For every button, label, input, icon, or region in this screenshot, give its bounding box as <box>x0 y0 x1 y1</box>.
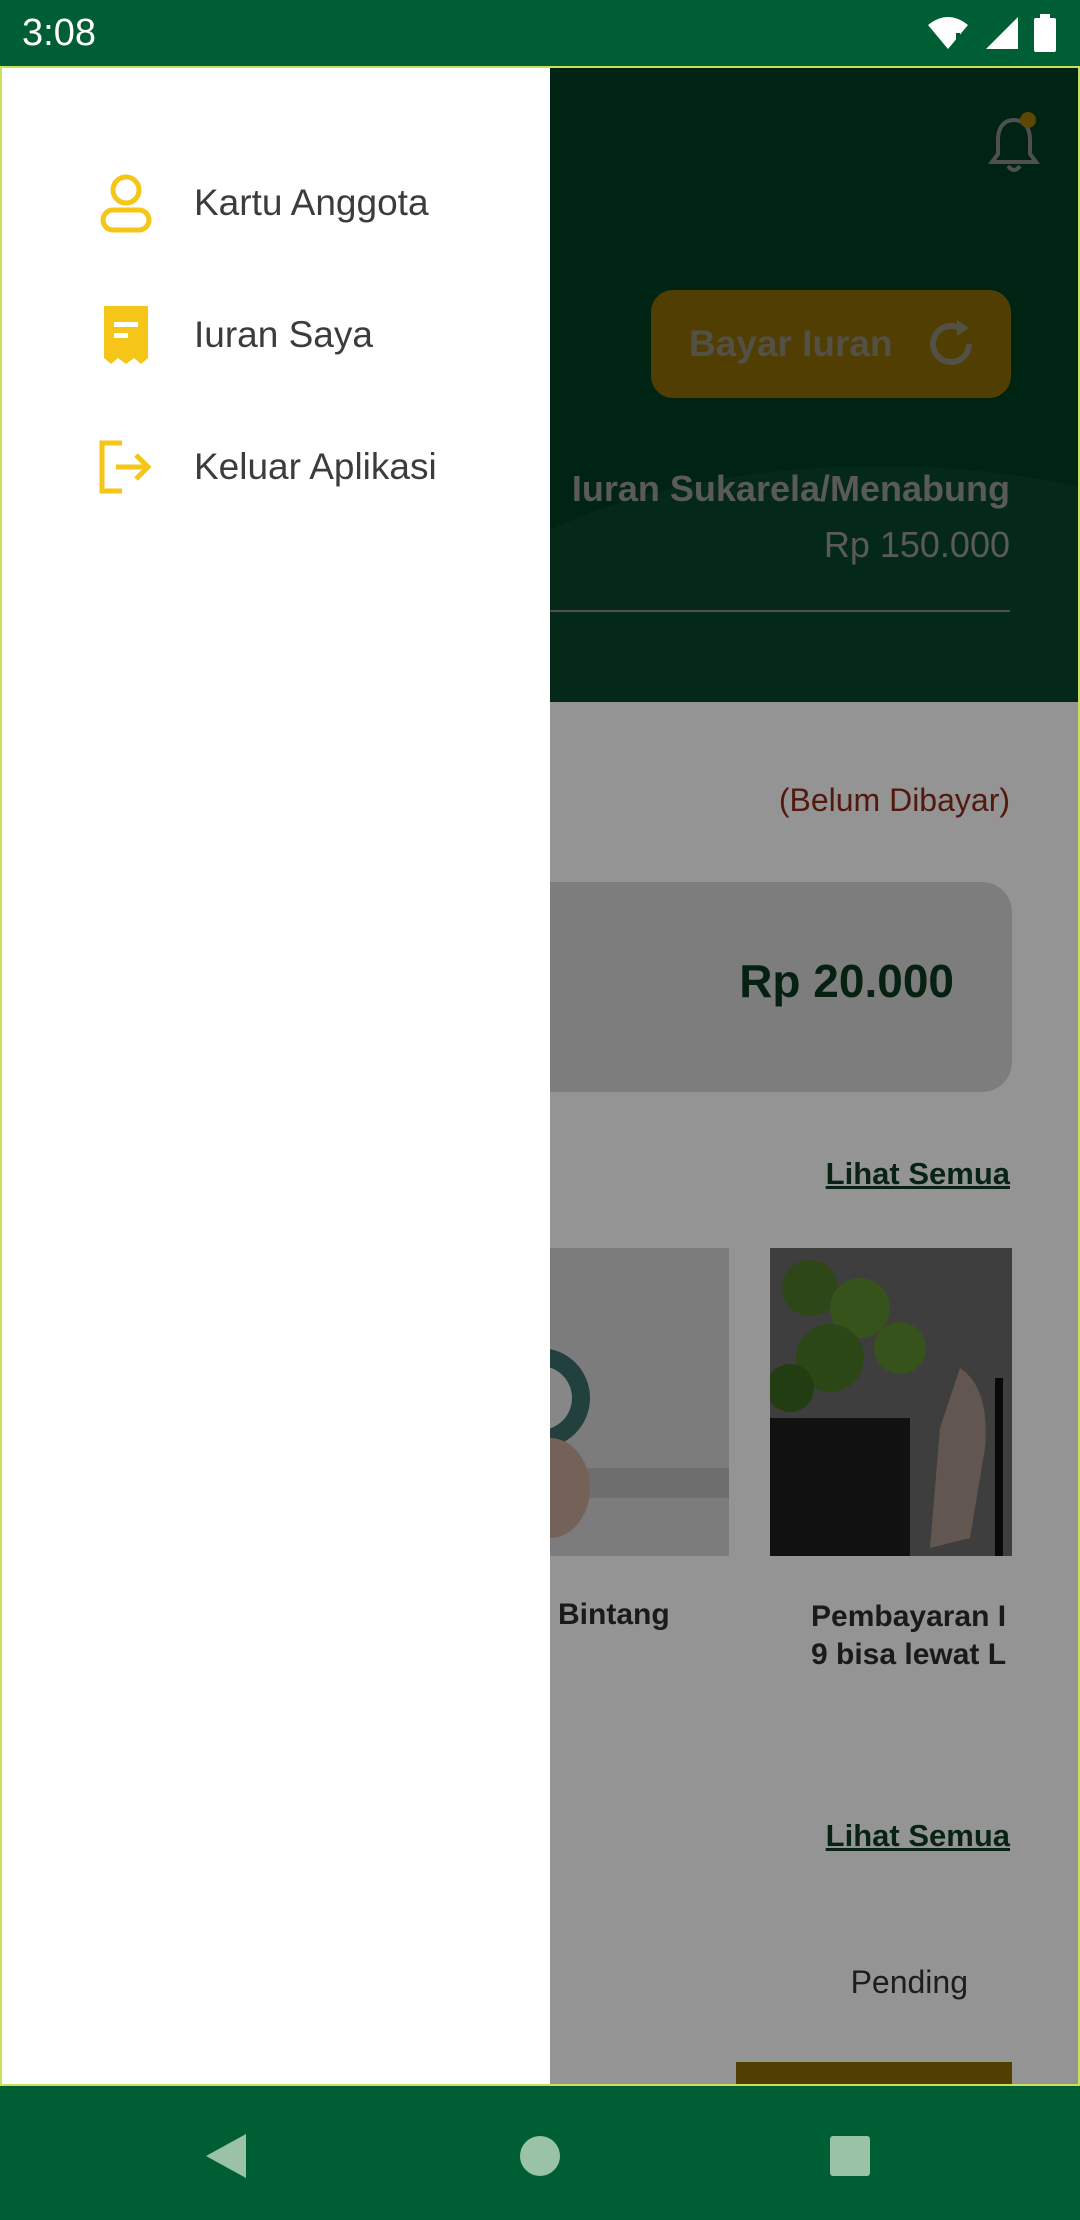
home-button[interactable] <box>510 2126 570 2186</box>
status-icons <box>926 12 1056 54</box>
status-bar: 3:08 <box>0 0 1080 66</box>
recents-icon <box>830 2136 870 2176</box>
logout-icon <box>98 435 154 499</box>
recents-button[interactable] <box>820 2126 880 2186</box>
drawer-item-label: Kartu Anggota <box>194 182 429 223</box>
back-button[interactable] <box>196 2126 256 2186</box>
status-time: 3:08 <box>22 12 96 54</box>
home-icon <box>520 2136 560 2176</box>
signal-icon <box>986 17 1018 49</box>
drawer-item-keluar-aplikasi[interactable]: Keluar Aplikasi <box>0 412 550 522</box>
receipt-icon <box>98 303 154 367</box>
drawer-item-kartu-anggota[interactable]: Kartu Anggota <box>0 148 550 258</box>
drawer-item-label: Keluar Aplikasi <box>194 446 437 487</box>
drawer-item-label: Iuran Saya <box>194 314 373 355</box>
system-nav-bar <box>0 2086 1080 2220</box>
wifi-icon <box>928 17 968 49</box>
back-icon <box>206 2134 246 2178</box>
navigation-drawer: Kartu Anggota Iuran Saya Keluar Aplikasi <box>0 66 550 2086</box>
drawer-item-iuran-saya[interactable]: Iuran Saya <box>0 280 550 390</box>
person-icon <box>98 171 154 235</box>
battery-icon <box>1034 14 1056 52</box>
